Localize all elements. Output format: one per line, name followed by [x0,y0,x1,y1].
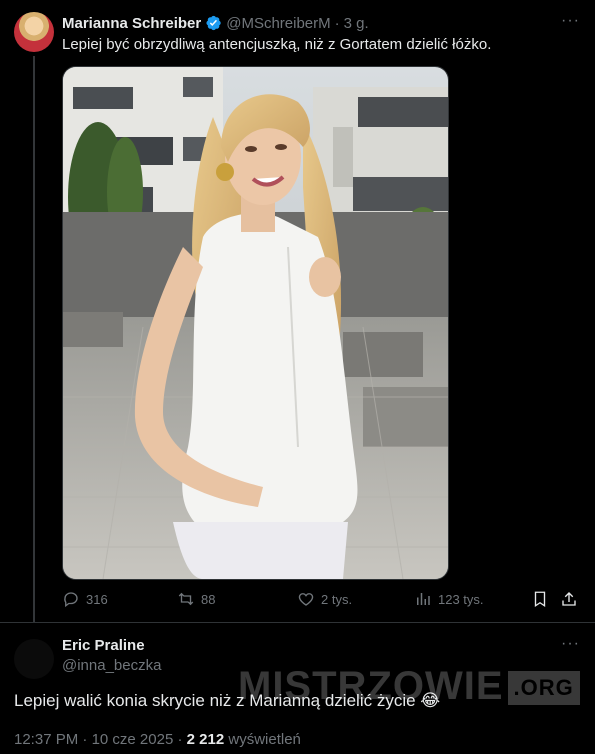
reply-icon [64,592,78,608]
reply-author-handle[interactable]: @inna_beczka [62,657,161,674]
original-tweet: Marianna Schreiber @MSchreiberM · 3 g. ·… [0,0,595,624]
meta-separator: · [177,731,187,748]
reply-avatar[interactable] [14,639,54,679]
repost-count: 88 [201,591,216,607]
reply-author-name[interactable]: Eric Praline [62,637,145,654]
tweet-actions: 316 88 2 tys. 123 tys. [62,590,582,612]
watermark-main: MISTRZOWIE [238,664,504,708]
site-watermark: MISTRZOWIE .ORG [238,664,580,709]
tweet-text: Lepiej być obrzydliwą antencjuszką, niż … [62,36,492,53]
repost-icon [178,592,194,606]
views-count: 123 tys. [438,591,484,607]
meta-separator: · [82,731,92,748]
photo-woman-in-white-top [63,67,448,579]
reply-metadata: 12:37 PM · 10 cze 2025 · 2 212 wyświetle… [14,731,301,748]
repost-action[interactable]: 88 [177,590,215,608]
reply-time[interactable]: 12:37 PM [14,731,78,748]
like-action[interactable]: 2 tys. [297,590,352,608]
author-handle[interactable]: @MSchreiberM [226,15,330,32]
reply-views-count: 2 212 [186,731,225,748]
author-name[interactable]: Marianna Schreiber [62,15,201,32]
thread-line [33,56,35,624]
bookmark-action[interactable] [531,590,549,608]
share-icon [562,592,576,606]
reply-date[interactable]: 10 cze 2025 [92,731,174,748]
views-action[interactable]: 123 tys. [414,590,484,608]
heart-icon [298,593,314,606]
analytics-icon [417,593,430,605]
tweet-time[interactable]: 3 g. [344,15,369,32]
separator-dot: · [334,14,340,32]
watermark-suffix: .ORG [507,671,580,706]
reply-action[interactable]: 316 [62,590,108,608]
bookmark-icon [534,591,546,608]
tweet-photo[interactable] [62,66,449,580]
reply-more-options-icon[interactable]: ··· [561,635,580,653]
more-options-icon[interactable]: ··· [561,12,580,30]
tweet-header: Marianna Schreiber @MSchreiberM · 3 g. [62,13,369,33]
like-count: 2 tys. [321,591,353,607]
share-action[interactable] [560,590,578,608]
avatar[interactable] [14,12,54,52]
reply-count: 316 [86,591,108,607]
reply-views-label: wyświetleń [228,731,301,748]
verified-badge-icon [204,14,222,32]
